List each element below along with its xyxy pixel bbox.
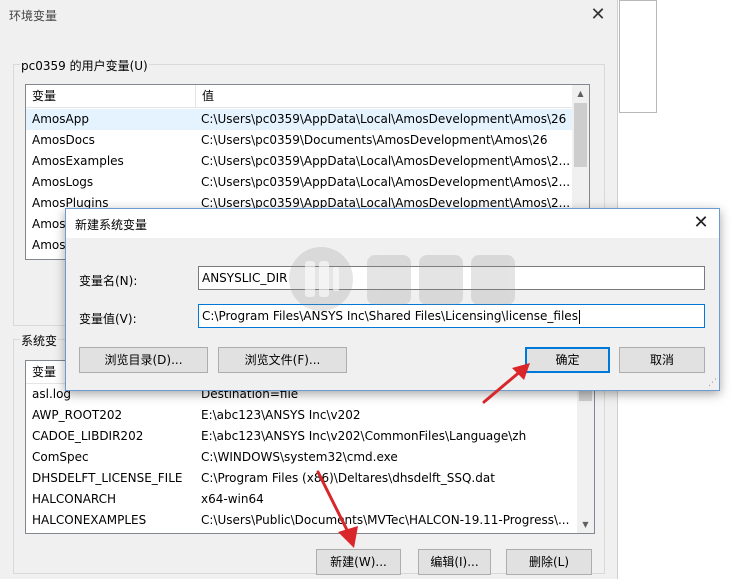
table-row[interactable]: HALCONARCH x64-win64 xyxy=(26,489,594,510)
scrollbar-thumb[interactable] xyxy=(574,103,587,167)
text-caret xyxy=(578,309,580,324)
new-variable-button[interactable]: 新建(W)... xyxy=(316,549,401,575)
close-icon[interactable]: ✕ xyxy=(585,3,611,27)
new-system-variable-dialog: 新建系统变量 ✕ 变量名(N): ANSYSLIC_DIR 变量值(V): C:… xyxy=(65,208,720,391)
delete-variable-button[interactable]: 删除(L) xyxy=(506,549,592,575)
background-window-edge xyxy=(619,0,657,113)
chevron-down-icon[interactable]: ▼ xyxy=(577,516,594,533)
table-row[interactable]: ComSpec C:\WINDOWS\system32\cmd.exe xyxy=(26,447,594,468)
variable-name-label: 变量名(N): xyxy=(79,274,138,288)
table-row[interactable]: CADOE_LIBDIR202 E:\abc123\ANSYS Inc\v202… xyxy=(26,426,594,447)
user-vars-group-label: pc0359 的用户变量(U) xyxy=(20,57,149,74)
table-row[interactable]: AmosExamples C:\Users\pc0359\AppData\Loc… xyxy=(26,151,589,172)
table-row[interactable]: AmosDocs C:\Users\pc0359\Documents\AmosD… xyxy=(26,130,589,151)
main-titlebar: 环境变量 ✕ xyxy=(0,0,617,30)
table-row[interactable]: HALCONEXAMPLES C:\Users\Public\Documents… xyxy=(26,510,594,531)
system-vars-group-label: 系统变 xyxy=(20,332,59,349)
column-header-value[interactable]: 值 xyxy=(196,85,214,107)
table-row[interactable]: AmosLogs C:\Users\pc0359\AppData\Local\A… xyxy=(26,172,589,193)
variable-value-label: 变量值(V): xyxy=(79,312,137,326)
browse-file-button[interactable]: 浏览文件(F)... xyxy=(218,347,347,373)
chevron-up-icon[interactable]: ▲ xyxy=(572,85,589,102)
resize-grip-icon[interactable]: ⋰ xyxy=(708,378,717,388)
table-row[interactable]: AmosApp C:\Users\pc0359\AppData\Local\Am… xyxy=(26,109,589,130)
user-vars-list-header: 变量 值 xyxy=(26,85,589,108)
column-header-variable[interactable]: 变量 xyxy=(26,85,195,107)
cancel-button[interactable]: 取消 xyxy=(619,347,705,373)
table-row[interactable]: AWP_ROOT202 E:\abc123\ANSYS Inc\v202 xyxy=(26,405,594,426)
variable-value-input[interactable]: C:\Program Files\ANSYS Inc\Shared Files\… xyxy=(198,304,705,328)
browse-directory-button[interactable]: 浏览目录(D)... xyxy=(79,347,208,373)
ok-button[interactable]: 确定 xyxy=(525,347,610,373)
dialog-titlebar: 新建系统变量 ✕ xyxy=(66,209,719,238)
table-row[interactable]: DHSDELFT_LICENSE_FILE C:\Program Files (… xyxy=(26,468,594,489)
window-title: 环境变量 xyxy=(9,9,58,23)
close-icon[interactable]: ✕ xyxy=(689,211,713,235)
dialog-title: 新建系统变量 xyxy=(75,218,148,232)
edit-variable-button[interactable]: 编辑(I)... xyxy=(418,549,491,575)
variable-name-input[interactable]: ANSYSLIC_DIR xyxy=(198,266,705,290)
